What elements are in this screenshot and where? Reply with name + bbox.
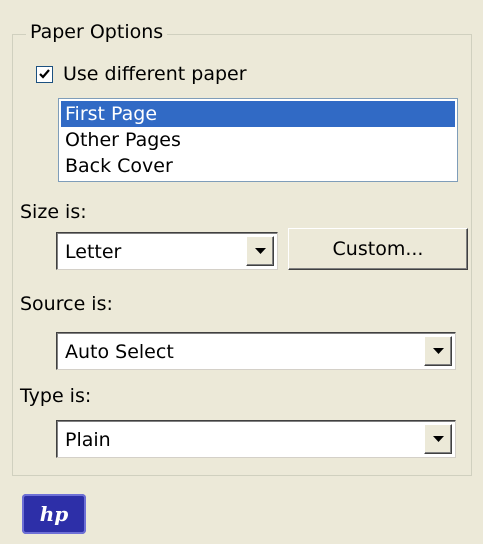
size-dropdown-value: Letter: [65, 241, 122, 263]
source-label: Source is:: [20, 293, 113, 315]
hp-logo-icon: hp: [22, 494, 86, 534]
type-dropdown[interactable]: Plain: [56, 420, 456, 458]
type-label: Type is:: [20, 385, 92, 407]
type-dropdown-arrow[interactable]: [424, 424, 452, 454]
chevron-down-icon: [433, 436, 444, 442]
size-label: Size is:: [20, 201, 87, 223]
checkmark-icon: [39, 68, 50, 79]
use-different-paper-checkbox[interactable]: [36, 65, 53, 83]
list-item-back-cover[interactable]: Back Cover: [61, 153, 455, 179]
use-different-paper-label: Use different paper: [63, 63, 247, 85]
source-dropdown[interactable]: Auto Select: [56, 332, 456, 370]
pages-listbox[interactable]: First Page Other Pages Back Cover: [58, 98, 458, 182]
svg-text:hp: hp: [40, 502, 69, 526]
use-different-paper-row[interactable]: Use different paper: [36, 62, 247, 86]
type-dropdown-value: Plain: [65, 429, 111, 451]
chevron-down-icon: [433, 348, 444, 354]
size-dropdown[interactable]: Letter: [56, 232, 278, 270]
source-dropdown-arrow[interactable]: [424, 336, 452, 366]
source-dropdown-value: Auto Select: [65, 341, 174, 363]
paper-options-title: Paper Options: [26, 20, 168, 44]
list-item-other-pages[interactable]: Other Pages: [61, 127, 455, 153]
list-item-first-page[interactable]: First Page: [61, 101, 455, 127]
size-dropdown-arrow[interactable]: [246, 236, 274, 266]
custom-button[interactable]: Custom...: [288, 228, 468, 270]
chevron-down-icon: [255, 248, 266, 254]
